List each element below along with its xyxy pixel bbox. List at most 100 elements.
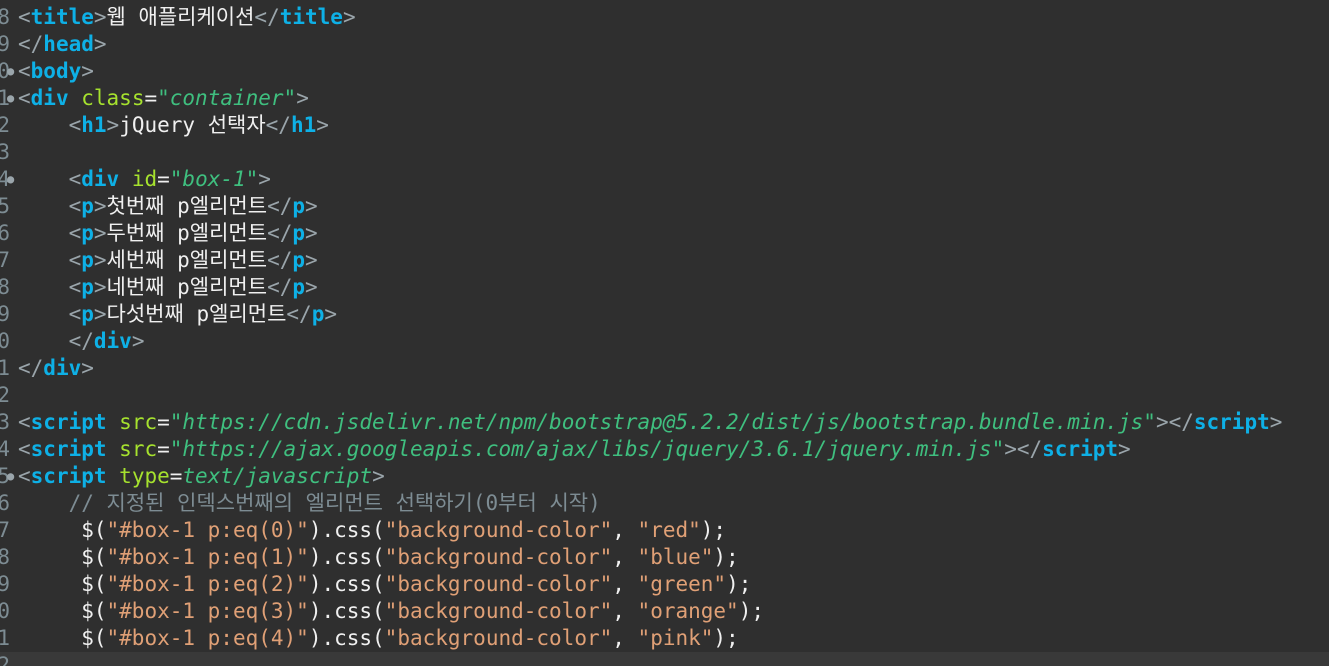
token-bracket: </ xyxy=(68,329,94,353)
token-bracket: > xyxy=(93,302,107,326)
code-line[interactable]: 2 xyxy=(0,382,1329,409)
code-line[interactable]: 8 <title>웹 애플리케이션</title> xyxy=(0,4,1329,31)
token-bracket: < xyxy=(68,248,82,272)
code-line[interactable]: 3 xyxy=(0,139,1329,166)
token-bracket: > xyxy=(258,167,271,191)
line-content: </div> xyxy=(18,328,145,355)
code-line[interactable]: 8 <p>네번째 p엘리먼트</p> xyxy=(0,274,1329,301)
token-string: "pink" xyxy=(637,626,714,650)
token-plain: ); xyxy=(713,626,739,650)
code-line[interactable]: 4 <script src="https://ajax.googleapis.co… xyxy=(0,436,1329,463)
line-content: <script type=text/javascript> xyxy=(18,463,385,490)
code-line[interactable]: 0 ● <body> xyxy=(0,58,1329,85)
code-line[interactable]: 6 // 지정된 인덱스번째의 엘리먼트 선택하기(0부터 시작) xyxy=(0,490,1329,517)
code-line[interactable]: 1 $("#box-1 p:eq(4)").css("background-co… xyxy=(0,625,1329,652)
code-line[interactable]: 5 ● <script type=text/javascript> xyxy=(0,463,1329,490)
code-line[interactable]: 1 </div> xyxy=(0,355,1329,382)
token-string: "background-color" xyxy=(384,518,613,542)
token-bracket: </ xyxy=(267,275,293,299)
token-bracket: > xyxy=(131,329,145,353)
code-line[interactable]: 5 <p>첫번째 p엘리먼트</p> xyxy=(0,193,1329,220)
token-bracket: > xyxy=(81,59,94,83)
line-number: 0 xyxy=(0,329,10,353)
code-line[interactable]: 0 </div> xyxy=(0,328,1329,355)
code-line[interactable]: 9 </head> xyxy=(0,31,1329,58)
fold-toggle-icon[interactable]: ● xyxy=(7,166,14,193)
code-line[interactable]: 2 xyxy=(0,652,1329,666)
fold-toggle-icon[interactable]: ● xyxy=(7,463,14,490)
token-attrval: "box-1" xyxy=(169,167,259,191)
line-content: <script src="https://cdn.jsdelivr.net/np… xyxy=(18,409,1282,436)
fold-toggle-icon[interactable]: ● xyxy=(7,85,14,112)
line-content: $("#box-1 p:eq(0)").css("background-colo… xyxy=(18,517,726,544)
code-line[interactable]: 7 $("#box-1 p:eq(0)").css("background-co… xyxy=(0,517,1329,544)
code-line[interactable]: 4 ● <div id="box-1"> xyxy=(0,166,1329,193)
code-editor[interactable]: 8 <title>웹 애플리케이션</title> 9 </head> 0 ● <body>… xyxy=(0,0,1329,666)
token-plain: ).css( xyxy=(308,518,385,542)
token-bracket: > xyxy=(93,5,107,29)
fold-toggle-icon[interactable]: ● xyxy=(7,58,14,85)
token-string: "green" xyxy=(637,572,727,596)
token-tag: body xyxy=(30,59,82,83)
code-line[interactable]: 9 <p>다섯번째 p엘리먼트</p> xyxy=(0,301,1329,328)
token-bracket: > xyxy=(93,32,107,56)
token-plain: ).css( xyxy=(308,572,385,596)
code-line[interactable]: 9 $("#box-1 p:eq(2)").css("background-co… xyxy=(0,571,1329,598)
line-number: 5 xyxy=(0,194,10,218)
line-content: <h1>jQuery 선택자</h1> xyxy=(18,112,329,139)
line-number: 1 xyxy=(0,626,10,650)
token-plain: $( xyxy=(81,518,107,542)
token-tag: title xyxy=(30,5,94,29)
token-bracket: > xyxy=(342,5,356,29)
line-number: 8 xyxy=(0,275,10,299)
code-line[interactable]: 2 <h1>jQuery 선택자</h1> xyxy=(0,112,1329,139)
line-content: <div id="box-1"> xyxy=(18,166,271,193)
token-attr: class xyxy=(81,86,145,110)
token-bracket: </ xyxy=(265,113,291,137)
line-content: $("#box-1 p:eq(2)").css("background-colo… xyxy=(18,571,751,598)
line-number: 4 xyxy=(0,437,10,461)
code-line[interactable]: 8 $("#box-1 p:eq(1)").css("background-co… xyxy=(0,544,1329,571)
token-plain: $( xyxy=(81,545,107,569)
line-number: 9 xyxy=(0,572,10,596)
token-tag: div xyxy=(30,86,69,110)
code-line[interactable]: 6 <p>두번째 p엘리먼트</p> xyxy=(0,220,1329,247)
token-string: "#box-1 p:eq(0)" xyxy=(106,518,309,542)
line-number: 6 xyxy=(0,221,10,245)
token-plain: ).css( xyxy=(308,545,385,569)
line-content: <p>다섯번째 p엘리먼트</p> xyxy=(18,301,337,328)
token-attr: type xyxy=(119,464,170,488)
code-line[interactable]: 0 $("#box-1 p:eq(3)").css("background-co… xyxy=(0,598,1329,625)
line-content: <body> xyxy=(18,58,94,85)
token-bracket: < xyxy=(18,437,31,461)
line-number: 3 xyxy=(0,140,10,164)
code-line[interactable]: 3 <script src="https://cdn.jsdelivr.net/n… xyxy=(0,409,1329,436)
token-bracket: < xyxy=(68,302,82,326)
token-tag: script xyxy=(30,437,107,461)
token-comment: // 지정된 인덱스번째의 엘리먼트 선택하기(0부터 시작) xyxy=(68,491,601,515)
code-line[interactable]: 7 <p>세번째 p엘리먼트</p> xyxy=(0,247,1329,274)
token-bracket: </ xyxy=(18,32,44,56)
token-bracket: > xyxy=(81,356,94,380)
token-bracket: > xyxy=(305,221,318,245)
token-plain: $( xyxy=(81,599,107,623)
line-content: </div> xyxy=(18,355,94,382)
token-attrval: "https://cdn.jsdelivr.net/npm/bootstrap@… xyxy=(169,410,1156,434)
token-string: "background-color" xyxy=(384,545,613,569)
token-bracket: > xyxy=(324,302,338,326)
token-plain: , xyxy=(612,572,638,596)
code-line[interactable]: 1 ● <div class="container"> xyxy=(0,85,1329,112)
token-tag: script xyxy=(30,410,107,434)
token-string: "orange" xyxy=(637,599,739,623)
token-tag: script xyxy=(1193,410,1270,434)
token-bracket: > xyxy=(93,275,107,299)
